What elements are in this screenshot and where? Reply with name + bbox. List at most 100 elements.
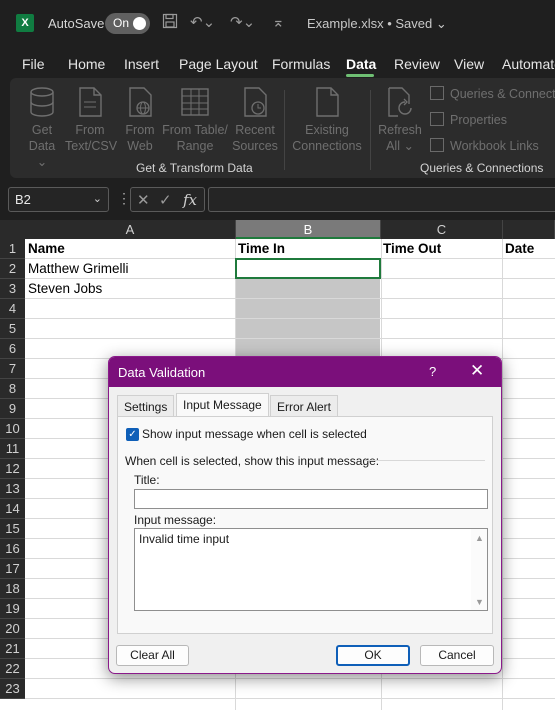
excel-logo-icon: X [16,14,34,32]
more-options-icon[interactable]: ⋮ [117,190,131,207]
properties-label: Properties [450,113,507,127]
autosave-label: AutoSave [48,16,105,31]
workbook-links-item[interactable]: Workbook Links [430,138,539,153]
from-table-range-button[interactable]: From Table/ Range [162,86,228,154]
row-header[interactable]: 22 [0,659,25,679]
select-all-corner[interactable] [0,220,25,239]
row-header[interactable]: 15 [0,519,25,539]
tab-input-message[interactable]: Input Message [176,393,269,417]
cell-a2[interactable]: Matthew Grimelli [28,261,129,276]
cancel-button[interactable]: Cancel [420,645,494,666]
from-web-button[interactable]: From Web [120,86,160,154]
scroll-down-icon[interactable]: ▼ [475,597,484,607]
cell-b1[interactable]: Time In [238,241,285,256]
cell-a3[interactable]: Steven Jobs [28,281,102,296]
cancel-icon[interactable]: ✕ [137,191,150,209]
existing-connections-icon [316,87,339,117]
grid-line [25,338,555,339]
show-message-label[interactable]: Show input message when cell is selected [142,427,367,441]
section-divider [365,460,485,461]
tab-page-layout[interactable]: Page Layout [179,56,258,72]
document-icon [79,87,102,117]
autosave-toggle[interactable]: On [105,13,150,34]
title-bar: X AutoSave On ↶⌄ ↷⌄ ⌅ Example.xlsx • Sav… [0,0,555,48]
enter-icon[interactable]: ✓ [159,191,172,209]
tab-file[interactable]: File [22,56,45,72]
tab-data[interactable]: Data [346,56,376,72]
web-icon [129,87,152,117]
tab-formulas[interactable]: Formulas [272,56,330,72]
clear-all-button[interactable]: Clear All [116,645,189,666]
save-icon[interactable] [162,13,178,33]
undo-icon[interactable]: ↶⌄ [190,13,215,31]
tab-insert[interactable]: Insert [124,56,159,72]
row-header[interactable]: 14 [0,499,25,519]
row-header[interactable]: 10 [0,419,25,439]
row-header[interactable]: 11 [0,439,25,459]
properties-icon [430,112,444,126]
ok-button[interactable]: OK [336,645,410,666]
cell-d1[interactable]: Date [505,241,534,256]
cell-c1[interactable]: Time Out [383,241,441,256]
close-icon[interactable]: ✕ [470,361,484,381]
scroll-up-icon[interactable]: ▲ [475,533,484,543]
queries-connections-icon [430,86,444,100]
customize-toolbar-icon[interactable]: ⌅ [272,13,285,31]
formula-input[interactable] [208,187,555,212]
tab-view[interactable]: View [454,56,484,72]
row-header[interactable]: 7 [0,359,25,379]
textarea-scrollbar[interactable]: ▲ ▼ [471,529,487,610]
row-header[interactable]: 5 [0,319,25,339]
row-header[interactable]: 3 [0,279,25,299]
tab-home[interactable]: Home [68,56,105,72]
tab-review[interactable]: Review [394,56,440,72]
column-header-c[interactable]: C [381,220,503,239]
help-icon[interactable]: ? [429,364,436,379]
table-icon [181,88,209,116]
row-header[interactable]: 4 [0,299,25,319]
row-header[interactable]: 21 [0,639,25,659]
chevron-down-icon[interactable]: ⌄ [93,192,102,205]
existing-connections-button[interactable]: Existing Connections [292,86,362,154]
title-input[interactable] [134,489,488,509]
row-header[interactable]: 2 [0,259,25,279]
properties-item[interactable]: Properties [430,112,507,127]
from-web-label-2: Web [127,139,153,153]
file-title[interactable]: Example.xlsx • Saved ⌄ [307,16,447,32]
from-text-csv-button[interactable]: From Text/CSV [65,86,118,154]
row-header[interactable]: 13 [0,479,25,499]
row-header[interactable]: 23 [0,679,25,699]
tab-settings[interactable]: Settings [117,395,175,417]
cell-a1[interactable]: Name [28,241,65,256]
row-header[interactable]: 8 [0,379,25,399]
row-header[interactable]: 20 [0,619,25,639]
column-header-b[interactable]: B [236,220,381,239]
from-text-csv-label-2: Text/CSV [65,139,118,153]
refresh-all-button[interactable]: Refresh All ⌄ [378,86,422,154]
tab-automate[interactable]: Automate [502,56,555,72]
active-cell-b2[interactable] [235,258,381,279]
recent-sources-button[interactable]: Recent Sources [232,86,278,154]
row-header[interactable]: 18 [0,579,25,599]
queries-connections-item[interactable]: Queries & Connections [430,86,555,101]
show-message-checkbox[interactable]: ✓ [126,428,139,441]
refresh-all-label-2: All ⌄ [386,139,414,153]
name-box[interactable]: B2 ⌄ [8,187,109,212]
row-header[interactable]: 6 [0,339,25,359]
autosave-state: On [113,16,130,30]
column-header-a[interactable]: A [25,220,236,239]
row-header[interactable]: 17 [0,559,25,579]
input-message-textarea[interactable]: Invalid time input ▲ ▼ [134,528,488,611]
row-header[interactable]: 9 [0,399,25,419]
row-header[interactable]: 19 [0,599,25,619]
get-data-button[interactable]: Get Data ⌄ [22,86,62,170]
column-header-d[interactable] [503,220,555,239]
dialog-title-bar[interactable]: Data Validation ? ✕ [109,357,501,387]
tab-error-alert[interactable]: Error Alert [270,395,339,417]
redo-icon[interactable]: ↷⌄ [230,13,255,31]
ribbon-separator [284,90,285,170]
insert-function-icon[interactable]: fx [183,191,197,209]
row-header[interactable]: 1 [0,239,25,259]
row-header[interactable]: 16 [0,539,25,559]
row-header[interactable]: 12 [0,459,25,479]
